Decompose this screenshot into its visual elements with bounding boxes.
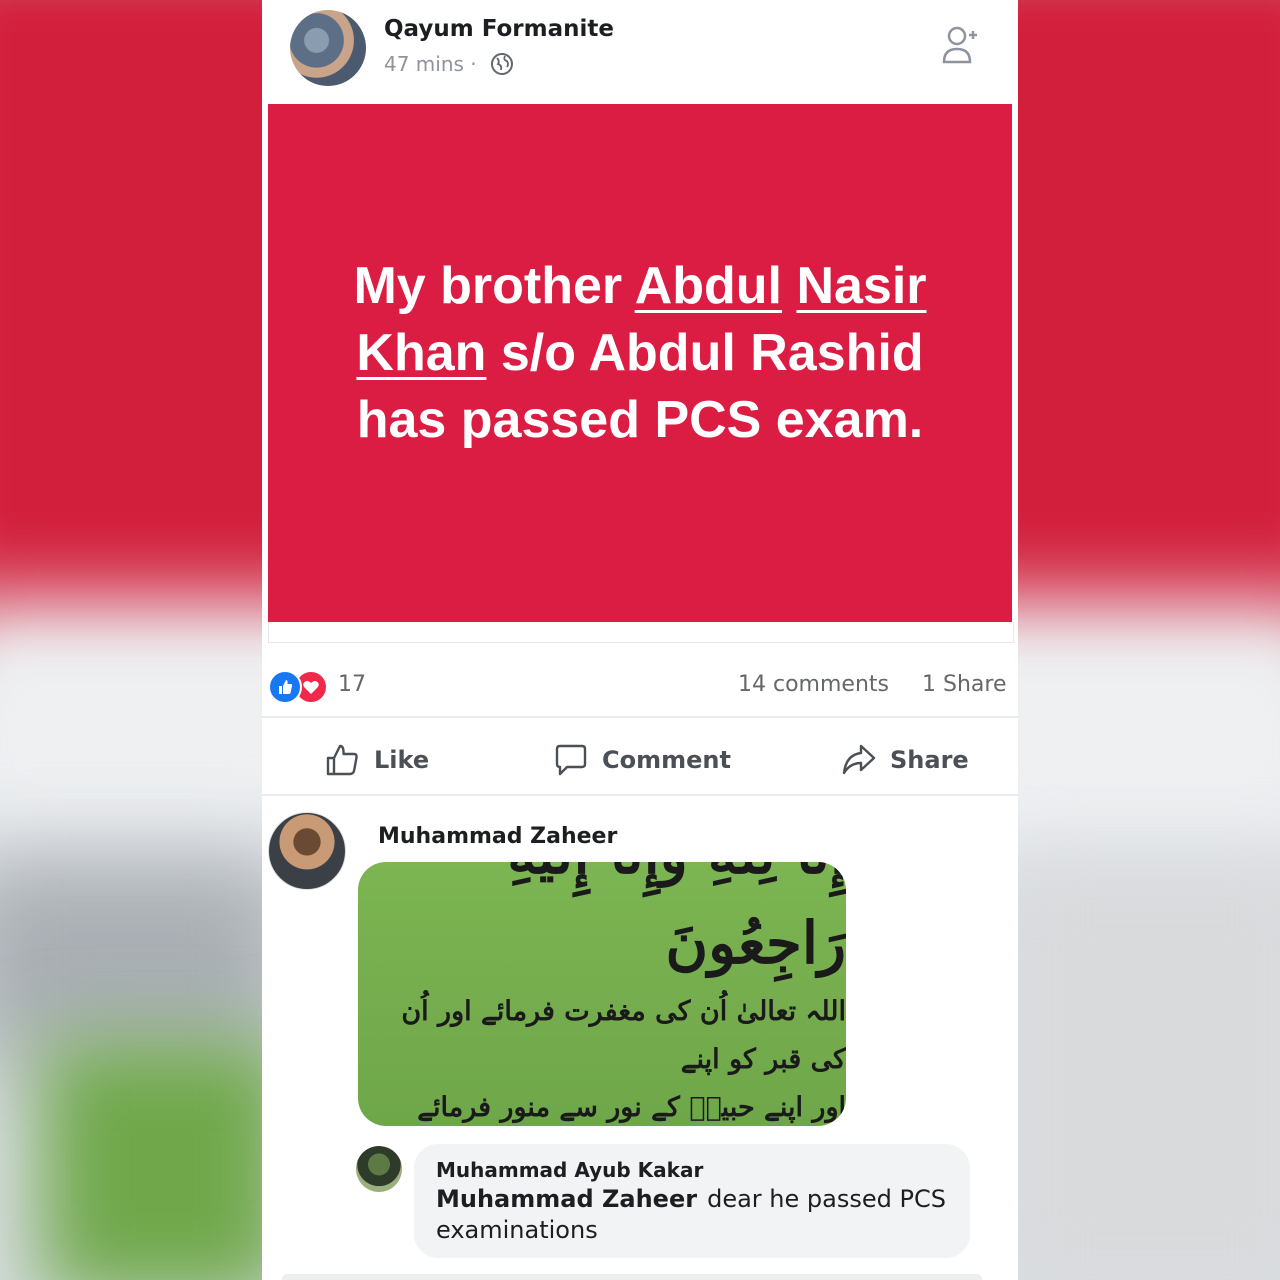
reply-bubble: Muhammad Ayub Kakar Muhammad Zaheer dear … bbox=[414, 1144, 970, 1258]
banner-text: My brother Abdul Nasir Khan s/o Abdul Ra… bbox=[320, 253, 960, 454]
comment-icon bbox=[555, 744, 587, 776]
share-label: Share bbox=[890, 746, 969, 774]
shares-count[interactable]: 1 Share bbox=[922, 672, 1006, 697]
like-reaction-icon[interactable] bbox=[268, 670, 302, 704]
comment-button[interactable]: Comment bbox=[552, 738, 731, 782]
reaction-count[interactable]: 17 bbox=[338, 672, 366, 697]
backdrop-green-region bbox=[40, 1040, 290, 1280]
comments-count[interactable]: 14 comments bbox=[738, 672, 889, 697]
banner-text-part1: My brother bbox=[353, 256, 623, 315]
backdrop-right-region bbox=[1000, 860, 1280, 1280]
add-friend-icon[interactable] bbox=[940, 22, 982, 66]
reply-avatar[interactable] bbox=[356, 1146, 402, 1192]
like-label: Like bbox=[374, 746, 430, 774]
tagged-name-line1[interactable]: Abdul bbox=[635, 257, 782, 315]
comment-image-line1: اللہ تعالیٰ اُن کی مغفرت فرمائے اور اُن … bbox=[401, 996, 846, 1075]
post-actions: Like Comment Share bbox=[262, 728, 1018, 792]
share-icon bbox=[842, 744, 876, 775]
post-header: Qayum Formanite 47 mins · bbox=[262, 0, 1018, 100]
actions-divider bbox=[262, 794, 1018, 796]
comment-label: Comment bbox=[602, 746, 731, 774]
comment-image-line2: اور اپنے حبیبؐ کے نور سے منور فرمائے آمی… bbox=[417, 1092, 846, 1123]
next-comment-placeholder bbox=[282, 1274, 982, 1280]
reply-author[interactable]: Muhammad Ayub Kakar bbox=[436, 1158, 703, 1182]
commenter-avatar[interactable] bbox=[268, 812, 346, 890]
comment-image[interactable]: إِنَّا لِلّٰهِ وَإِنَّا إِلَيْهِ رَاجِعُ… bbox=[358, 862, 846, 1126]
post-timestamp[interactable]: 47 mins · bbox=[384, 52, 477, 76]
reply-mention[interactable]: Muhammad Zaheer bbox=[436, 1185, 697, 1213]
author-name[interactable]: Qayum Formanite bbox=[384, 16, 614, 42]
comments-section: Muhammad Zaheer إِنَّا لِلّٰهِ وَإِنَّا … bbox=[262, 798, 1018, 1280]
commenter-name[interactable]: Muhammad Zaheer bbox=[378, 824, 617, 849]
backdrop-grey-region bbox=[0, 860, 290, 1060]
stats-divider bbox=[262, 716, 1018, 718]
share-button[interactable]: Share bbox=[840, 738, 969, 782]
thumbs-up-icon bbox=[326, 744, 358, 776]
post-stats: 17 14 comments 1 Share bbox=[262, 662, 1018, 706]
author-avatar[interactable] bbox=[290, 10, 366, 86]
like-button[interactable]: Like bbox=[324, 738, 429, 782]
comment-image-title: إِنَّا لِلّٰهِ وَإِنَّا إِلَيْهِ رَاجِعُ… bbox=[507, 862, 846, 977]
post-card: Qayum Formanite 47 mins · My brother Abd… bbox=[262, 0, 1018, 1280]
globe-icon bbox=[491, 53, 513, 75]
banner-bottom-border bbox=[268, 622, 1014, 643]
post-banner: My brother Abdul Nasir Khan s/o Abdul Ra… bbox=[268, 104, 1012, 622]
reply-text: Muhammad Zaheer dear he passed PCS examin… bbox=[436, 1184, 956, 1246]
